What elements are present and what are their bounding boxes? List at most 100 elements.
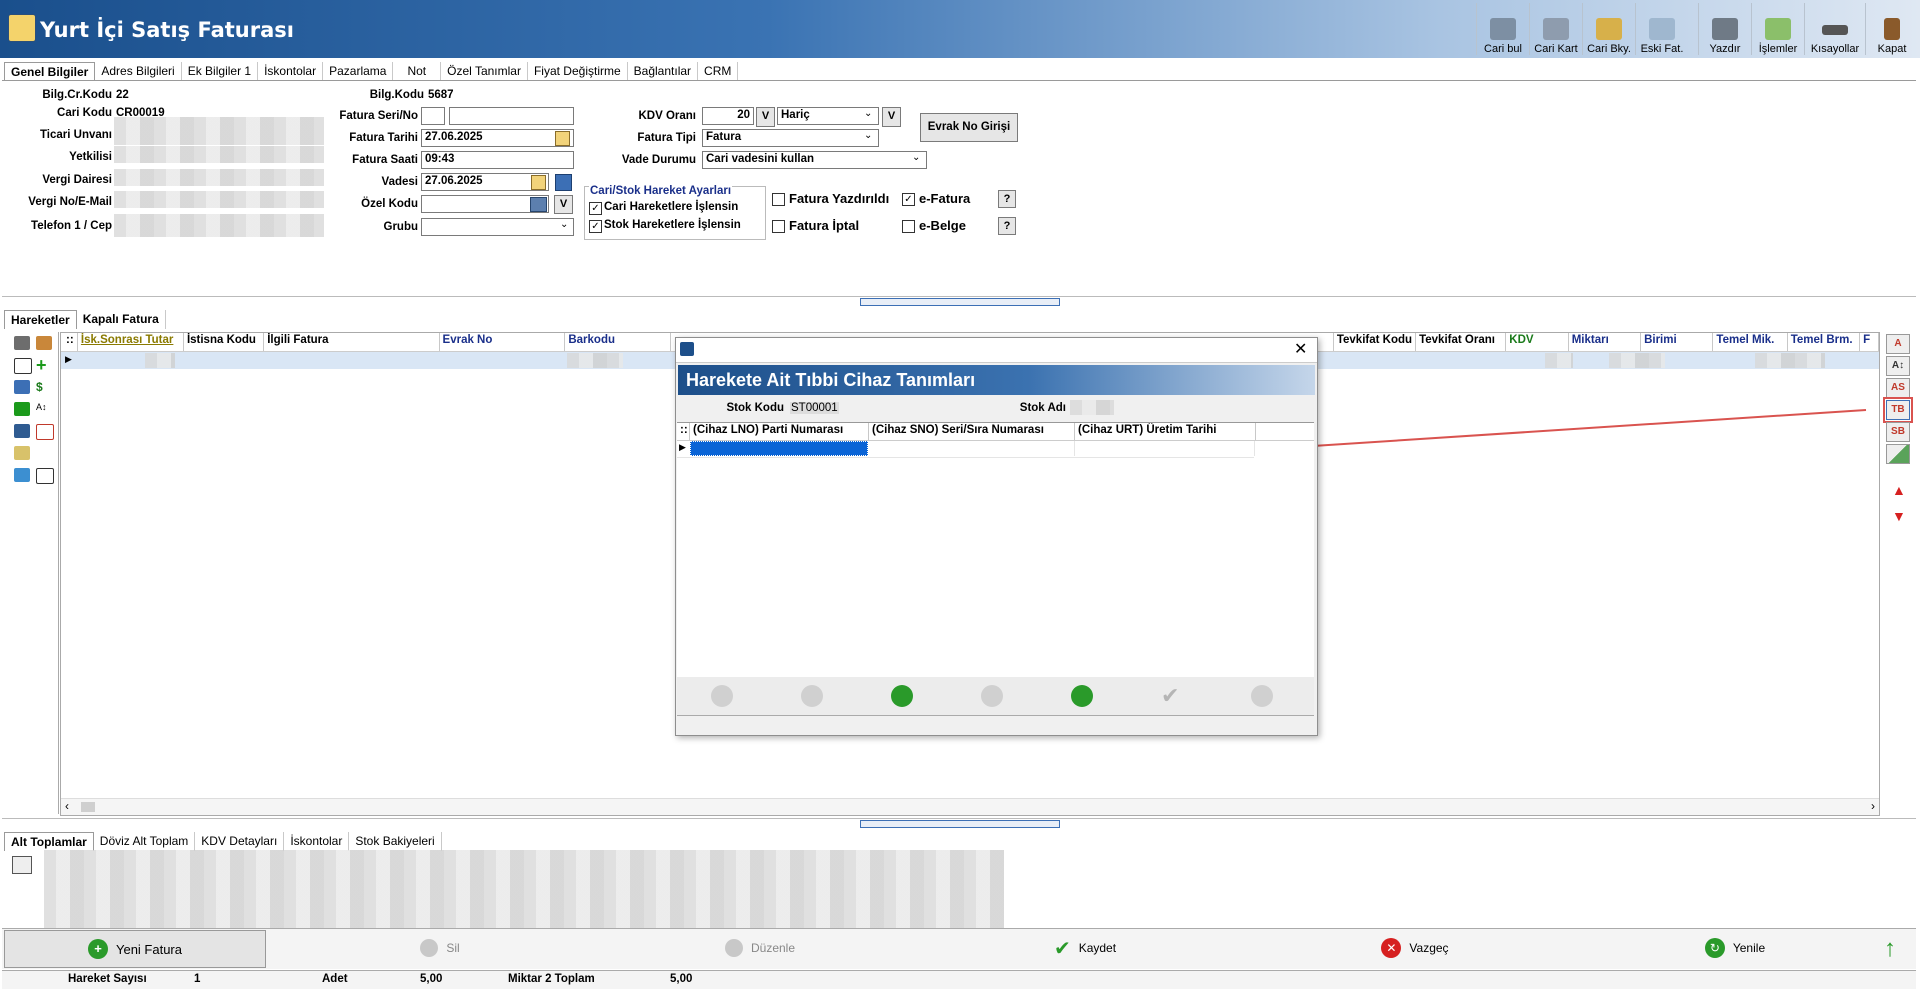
add-row-icon[interactable] (14, 402, 30, 416)
scroll-right-icon[interactable]: › (1871, 799, 1875, 813)
yenile-button[interactable]: ↻ Yenile (1680, 930, 1790, 966)
cancel-record-icon[interactable] (1251, 685, 1273, 707)
e-fatura-checkbox[interactable]: ✓ (902, 192, 915, 207)
lookup-icon[interactable] (530, 197, 547, 212)
a-button[interactable]: A (1886, 334, 1910, 354)
document-icon[interactable] (14, 380, 30, 394)
scroll-left-icon[interactable]: ‹ (65, 799, 69, 813)
settings-icon[interactable] (14, 336, 30, 350)
stok-hareket-checkbox[interactable]: ✓ (589, 219, 602, 234)
kaydet-button[interactable]: ✔ Kaydet (1030, 930, 1140, 966)
tab-baglantilar[interactable]: Bağlantılar (628, 62, 699, 81)
parti-numarasi-cell[interactable] (690, 441, 868, 456)
vergi-no-field[interactable] (114, 191, 324, 208)
fatura-tipi-select[interactable]: Fatura (702, 129, 879, 147)
close-icon[interactable]: ✕ (1294, 339, 1307, 359)
col-seri-numarasi[interactable]: (Cihaz SNO) Seri/Sıra Numarası (869, 423, 1075, 440)
uretim-tarihi-cell[interactable] (1076, 441, 1255, 456)
tab-hareketler[interactable]: Hareketler (4, 310, 77, 329)
splitter-handle[interactable] (860, 820, 1060, 828)
vadesi-input[interactable]: 27.06.2025 (421, 173, 549, 191)
add-icon[interactable]: + (36, 356, 52, 374)
edit-record-icon[interactable] (1071, 685, 1093, 707)
cari-bky-button[interactable]: Cari Bky. (1582, 3, 1635, 55)
telefon-field[interactable] (114, 214, 324, 237)
e-belge-help-button[interactable]: ? (998, 217, 1016, 235)
move-down-icon[interactable]: ▼ (1892, 508, 1906, 524)
tab-kdv-detaylari[interactable]: KDV Detayları (195, 832, 285, 851)
chevron-down-icon[interactable]: ⌄ (864, 130, 872, 141)
save-record-icon[interactable]: ✔ (1161, 683, 1179, 709)
calculator-icon[interactable] (12, 856, 32, 874)
notes-icon[interactable] (36, 468, 54, 484)
tab-ozel-tanimlar[interactable]: Özel Tanımlar (441, 62, 528, 81)
col-temel-brm[interactable]: Temel Brm. (1788, 333, 1861, 351)
chevron-down-icon[interactable]: ⌄ (864, 108, 872, 119)
kisayollar-button[interactable]: Kısayollar (1804, 3, 1865, 55)
cari-hareket-checkbox[interactable]: ✓ (589, 201, 602, 216)
yetkilisi-field[interactable] (114, 146, 324, 163)
cari-kart-button[interactable]: Cari Kart (1529, 3, 1582, 55)
tab-adres-bilgileri[interactable]: Adres Bilgileri (95, 62, 182, 81)
tab-alt-toplamlar[interactable]: Alt Toplamlar (4, 832, 94, 851)
col-tevkifat-kodu[interactable]: Tevkifat Kodu (1334, 333, 1417, 351)
col-uretim-tarihi[interactable]: (Cihaz URT) Üretim Tarihi (1075, 423, 1256, 440)
col-miktari[interactable]: Miktarı (1569, 333, 1642, 351)
tab-ek-bilgiler-1[interactable]: Ek Bilgiler 1 (182, 62, 259, 81)
col-evrak-no[interactable]: Evrak No (440, 333, 566, 351)
prev-record-icon[interactable] (711, 685, 733, 707)
ozel-kodu-v-button[interactable]: V (554, 195, 573, 214)
tab-pazarlama[interactable]: Pazarlama (323, 62, 394, 81)
dollar-icon[interactable]: $ (36, 380, 52, 394)
chart-icon[interactable] (1886, 444, 1910, 464)
next-record-icon[interactable] (801, 685, 823, 707)
binoculars-icon[interactable] (14, 424, 30, 438)
islemler-button[interactable]: İşlemler (1751, 3, 1804, 55)
as-button[interactable]: AS (1886, 378, 1910, 398)
col-isk-sonrasi-tutar[interactable]: İsk.Sonrası Tutar (78, 333, 184, 351)
e-fatura-help-button[interactable]: ? (998, 190, 1016, 208)
kdv-orani-input[interactable]: 20 (702, 107, 754, 125)
fatura-yazdirildi-checkbox[interactable] (772, 192, 785, 207)
tab-genel-bilgiler[interactable]: Genel Bilgiler (4, 62, 96, 81)
move-up-icon[interactable]: ▲ (1892, 482, 1906, 498)
vade-durumu-select[interactable]: Cari vadesini kullan (702, 151, 927, 169)
sb-button[interactable]: SB (1886, 422, 1910, 442)
bug-icon[interactable] (36, 336, 52, 350)
tb-button[interactable]: TB (1883, 397, 1913, 423)
tab-stok-bakiyeleri[interactable]: Stok Bakiyeleri (349, 832, 442, 851)
table-row[interactable]: ▶ (677, 441, 1255, 458)
tab-fiyat-degistirme[interactable]: Fiyat Değiştirme (528, 62, 628, 81)
fatura-no-input[interactable] (449, 107, 574, 125)
grubu-select[interactable] (421, 218, 574, 236)
ticari-unvan-field[interactable] (114, 117, 324, 145)
calendar-icon[interactable] (531, 175, 546, 190)
fatura-seri-input[interactable] (421, 107, 445, 125)
kapat-button[interactable]: Kapat (1865, 3, 1918, 55)
vergi-dairesi-field[interactable] (114, 169, 324, 186)
copy-icon[interactable] (14, 446, 30, 460)
col-birimi[interactable]: Birimi (1641, 333, 1714, 351)
kdv-dahil-v-button[interactable]: V (882, 107, 901, 127)
tab-crm[interactable]: CRM (698, 62, 739, 81)
col-tevkifat-orani[interactable]: Tevkifat Oranı (1416, 333, 1507, 351)
col-parti-numarasi[interactable]: (Cihaz LNO) Parti Numarası (690, 423, 869, 440)
yazdir-button[interactable]: Yazdır (1698, 3, 1751, 55)
fatura-tarihi-input[interactable]: 27.06.2025 (421, 129, 574, 147)
horizontal-scrollbar[interactable]: ‹ › (61, 798, 1879, 815)
add-record-icon[interactable] (891, 685, 913, 707)
delete-record-icon[interactable] (981, 685, 1003, 707)
duzenle-button[interactable]: Düzenle (710, 930, 810, 966)
scroll-thumb[interactable] (81, 802, 95, 812)
kdv-orani-v-button[interactable]: V (756, 107, 775, 127)
cari-bul-button[interactable]: Cari bul (1476, 3, 1529, 55)
tab-kapali-fatura[interactable]: Kapalı Fatura (77, 310, 166, 329)
col-f[interactable]: F (1860, 333, 1879, 351)
fatura-saati-input[interactable]: 09:43 (421, 151, 574, 169)
tab-not[interactable]: Not (393, 62, 442, 81)
arrow-up-icon[interactable]: ↑ (1884, 935, 1896, 963)
tab-iskontolar[interactable]: İskontolar (258, 62, 324, 81)
col-istisna-kodu[interactable]: İstisna Kodu (184, 333, 265, 351)
evrak-no-girisi-button[interactable]: Evrak No Girişi (920, 113, 1018, 142)
calendar-icon[interactable] (555, 131, 570, 146)
